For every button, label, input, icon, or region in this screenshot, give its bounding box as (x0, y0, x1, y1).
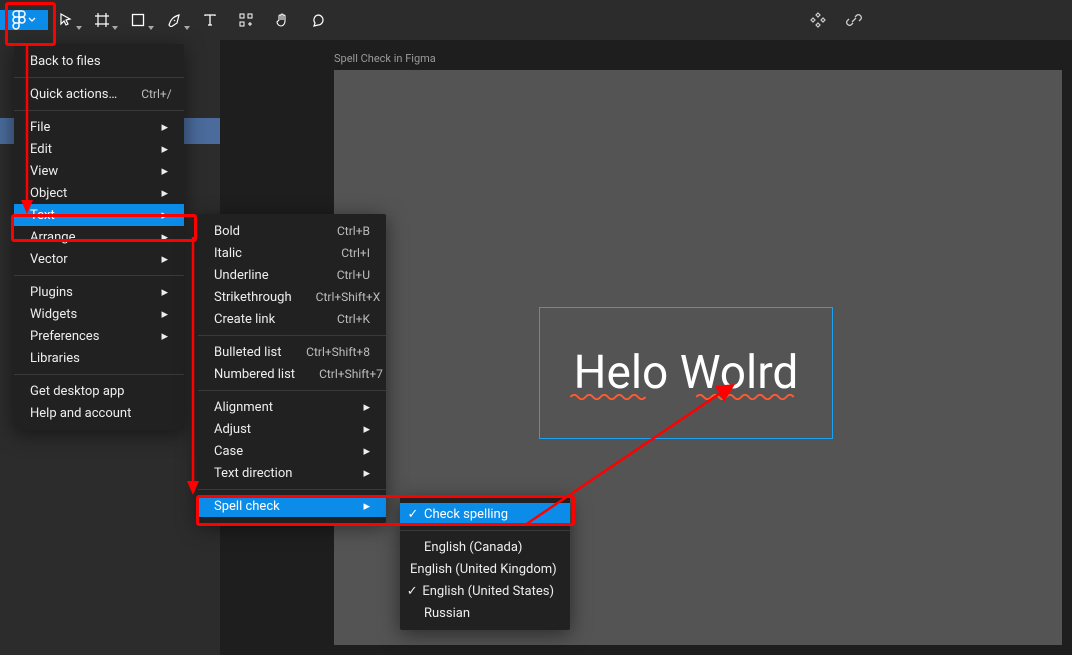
main-menu: Back to files Quick actions…Ctrl+/ File▸… (14, 44, 184, 430)
menu-check-spelling[interactable]: ✓Check spelling (400, 503, 570, 525)
text-tool[interactable] (192, 0, 228, 40)
menu-help[interactable]: Help and account (14, 402, 184, 424)
pen-tool[interactable] (156, 0, 192, 40)
figma-logo-icon (12, 10, 26, 30)
menu-text-direction[interactable]: Text direction▸ (198, 462, 386, 484)
spell-check-submenu: ✓Check spelling English (Canada) English… (400, 497, 570, 630)
figma-menu-button[interactable] (0, 10, 48, 30)
menu-numbered-list[interactable]: Numbered listCtrl+Shift+7 (198, 363, 386, 385)
hand-icon (275, 13, 289, 27)
text-content: Helo Wolrd (574, 346, 799, 400)
menu-quick-actions[interactable]: Quick actions…Ctrl+/ (14, 83, 184, 105)
menu-lang-en-ca[interactable]: English (Canada) (400, 536, 570, 558)
shape-tool[interactable] (120, 0, 156, 40)
menu-adjust[interactable]: Adjust▸ (198, 418, 386, 440)
top-toolbar (0, 0, 1072, 40)
menu-italic[interactable]: ItalicCtrl+I (198, 242, 386, 264)
text-icon (203, 13, 217, 27)
text-node[interactable]: Helo Wolrd (539, 307, 833, 439)
menu-arrange[interactable]: Arrange▸ (14, 226, 184, 248)
text-submenu: BoldCtrl+B ItalicCtrl+I UnderlineCtrl+U … (198, 214, 386, 523)
menu-spell-check[interactable]: Spell check▸ (198, 495, 386, 517)
chevron-down-icon (28, 16, 36, 24)
menu-edit[interactable]: Edit▸ (14, 138, 184, 160)
menu-case[interactable]: Case▸ (198, 440, 386, 462)
menu-widgets[interactable]: Widgets▸ (14, 303, 184, 325)
menu-vector[interactable]: Vector▸ (14, 248, 184, 270)
menu-lang-ru[interactable]: Russian (400, 602, 570, 624)
menu-alignment[interactable]: Alignment▸ (198, 396, 386, 418)
pen-icon (167, 13, 181, 27)
link-icon (846, 12, 862, 28)
hand-tool[interactable] (264, 0, 300, 40)
menu-bold[interactable]: BoldCtrl+B (198, 220, 386, 242)
menu-preferences[interactable]: Preferences▸ (14, 325, 184, 347)
spellcheck-squiggle-2 (680, 394, 810, 400)
menu-view[interactable]: View▸ (14, 160, 184, 182)
resources-tool[interactable] (228, 0, 264, 40)
menu-desktop-app[interactable]: Get desktop app (14, 380, 184, 402)
menu-libraries[interactable]: Libraries (14, 347, 184, 369)
menu-back-to-files[interactable]: Back to files (14, 50, 184, 72)
menu-bulleted-list[interactable]: Bulleted listCtrl+Shift+8 (198, 341, 386, 363)
menu-file[interactable]: File▸ (14, 116, 184, 138)
resources-icon (239, 13, 253, 27)
frame-icon (95, 13, 109, 27)
comment-icon (311, 13, 325, 27)
rectangle-icon (131, 13, 145, 27)
menu-lang-en-gb[interactable]: English (United Kingdom) (400, 558, 570, 580)
arrow-cursor-icon (59, 13, 73, 27)
comment-tool[interactable] (300, 0, 336, 40)
spellcheck-squiggle-1 (558, 394, 658, 400)
menu-underline[interactable]: UnderlineCtrl+U (198, 264, 386, 286)
components-icon (810, 12, 826, 28)
components-button[interactable] (800, 0, 836, 40)
menu-plugins[interactable]: Plugins▸ (14, 281, 184, 303)
share-link-button[interactable] (836, 0, 872, 40)
menu-create-link[interactable]: Create linkCtrl+K (198, 308, 386, 330)
frame-label: Spell Check in Figma (334, 52, 436, 65)
menu-text[interactable]: Text▸ (14, 204, 184, 226)
menu-lang-en-us[interactable]: ✓English (United States) (400, 580, 570, 602)
move-tool[interactable] (48, 0, 84, 40)
menu-object[interactable]: Object▸ (14, 182, 184, 204)
menu-strikethrough[interactable]: StrikethroughCtrl+Shift+X (198, 286, 386, 308)
frame-tool[interactable] (84, 0, 120, 40)
